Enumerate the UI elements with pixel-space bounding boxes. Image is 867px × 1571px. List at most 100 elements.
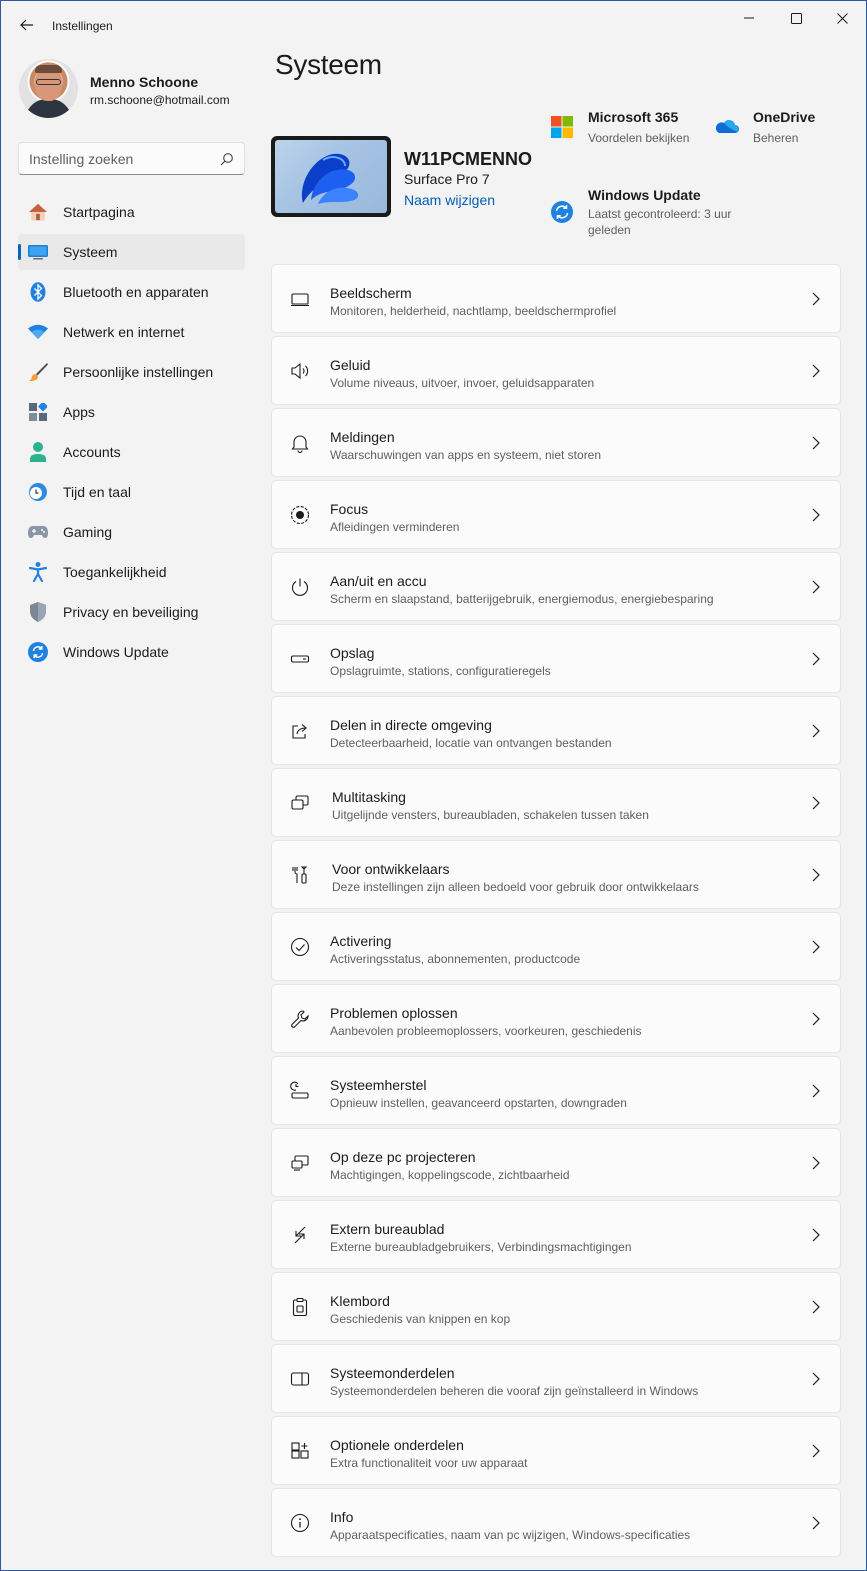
chevron-right-icon — [812, 1012, 820, 1026]
card-systeemonderdelen[interactable]: Systeemonderdelen Systeemonderdelen behe… — [271, 1344, 841, 1413]
card-aan-uit-accu[interactable]: Aan/uit en accu Scherm en slaapstand, ba… — [271, 552, 841, 621]
maximize-icon — [790, 12, 802, 24]
card-activering[interactable]: Activering Activeringsstatus, abonnement… — [271, 912, 841, 981]
chevron-right-icon — [812, 796, 820, 810]
wallpaper-image — [275, 140, 387, 213]
close-button[interactable] — [819, 1, 865, 35]
card-focus[interactable]: Focus Afleidingen verminderen — [271, 480, 841, 549]
chevron-right-icon — [812, 1444, 820, 1458]
card-beeldscherm[interactable]: Beeldscherm Monitoren, helderheid, nacht… — [271, 264, 841, 333]
page-title: Systeem — [275, 49, 382, 80]
chevron-right-icon — [812, 1084, 820, 1098]
windows-update-icon — [551, 201, 573, 223]
project-icon — [291, 1155, 309, 1171]
settings-list: Beeldscherm Monitoren, helderheid, nacht… — [271, 264, 841, 1560]
device-model: Surface Pro 7 — [404, 171, 490, 187]
wifi-icon — [28, 322, 48, 342]
windows-bloom-image — [302, 153, 359, 204]
card-ontwikkelaars[interactable]: Voor ontwikkelaars Deze instellingen zij… — [271, 840, 841, 909]
sidebar-item-startpagina[interactable]: Startpagina — [18, 194, 245, 230]
settings-window: Instellingen Menno Schoone rm.schoone@ho… — [0, 0, 867, 1571]
avatar — [19, 59, 78, 118]
card-problemen-oplossen[interactable]: Problemen oplossen Aanbevolen probleemop… — [271, 984, 841, 1053]
search-input[interactable] — [29, 150, 209, 168]
clipboard-icon — [292, 1297, 308, 1317]
card-projecteren[interactable]: Op deze pc projecteren Machtigingen, kop… — [271, 1128, 841, 1197]
sidebar-item-gaming[interactable]: Gaming — [18, 514, 245, 550]
sidebar-item-systeem[interactable]: Systeem — [18, 234, 245, 270]
check-circle-icon — [290, 937, 310, 957]
power-icon — [291, 578, 309, 596]
display-icon — [291, 293, 309, 307]
chevron-right-icon — [812, 364, 820, 378]
windows-update-icon — [28, 642, 48, 662]
sidebar-item-tijd-taal[interactable]: Tijd en taal — [18, 474, 245, 510]
multitasking-icon — [291, 795, 309, 810]
chevron-right-icon — [812, 1156, 820, 1170]
card-opslag[interactable]: Opslag Opslagruimte, stations, configura… — [271, 624, 841, 693]
chevron-right-icon — [812, 940, 820, 954]
chevron-right-icon — [812, 1516, 820, 1530]
share-icon — [292, 724, 307, 739]
chevron-right-icon — [812, 508, 820, 522]
info-icon — [290, 1513, 310, 1533]
bluetooth-icon — [28, 282, 48, 302]
shield-icon — [28, 602, 48, 622]
card-info[interactable]: Info Apparaatspecificaties, naam van pc … — [271, 1488, 841, 1557]
card-meldingen[interactable]: Meldingen Waarschuwingen van apps en sys… — [271, 408, 841, 477]
chevron-right-icon — [812, 436, 820, 450]
device-thumbnail — [271, 136, 391, 217]
card-geluid[interactable]: Geluid Volume niveaus, uitvoer, invoer, … — [271, 336, 841, 405]
profile-name: Menno Schoone — [90, 74, 199, 90]
card-systeemherstel[interactable]: Systeemherstel Opnieuw instellen, geavan… — [271, 1056, 841, 1125]
sidebar-item-apps[interactable]: Apps — [18, 394, 245, 430]
sidebar-nav: Startpagina Systeem Bluetooth en apparat… — [18, 194, 245, 674]
chevron-right-icon — [812, 292, 820, 306]
window-title: Instellingen — [52, 19, 113, 33]
search-icon[interactable] — [220, 152, 234, 166]
back-arrow-icon — [20, 19, 33, 31]
sidebar-item-toegankelijkheid[interactable]: Toegankelijkheid — [18, 554, 245, 590]
card-extern-bureaublad[interactable]: Extern bureaublad Externe bureaubladgebr… — [271, 1200, 841, 1269]
recovery-icon — [290, 1081, 309, 1099]
chevron-right-icon — [812, 652, 820, 666]
optional-features-icon — [291, 1442, 309, 1459]
minimize-button[interactable] — [726, 1, 772, 35]
close-icon — [836, 12, 848, 24]
apps-icon — [28, 402, 48, 422]
search-box[interactable] — [18, 142, 245, 175]
title-bar: Instellingen — [1, 1, 866, 49]
time-language-icon — [28, 482, 48, 502]
chevron-right-icon — [812, 1372, 820, 1386]
card-optionele-onderdelen[interactable]: Optionele onderdelen Extra functionalite… — [271, 1416, 841, 1485]
card-delen[interactable]: Delen in directe omgeving Detecteerbaarh… — [271, 696, 841, 765]
sidebar-item-privacy[interactable]: Privacy en beveiliging — [18, 594, 245, 630]
speaker-icon — [291, 362, 309, 380]
wrench-icon — [291, 1010, 309, 1028]
device-name: W11PCMENNO — [404, 149, 533, 169]
chevron-right-icon — [812, 1300, 820, 1314]
profile-email: rm.schoone@hotmail.com — [90, 93, 230, 107]
developer-tools-icon — [292, 866, 308, 884]
sidebar-item-netwerk[interactable]: Netwerk en internet — [18, 314, 245, 350]
card-klembord[interactable]: Klembord Geschiedenis van knippen en kop — [271, 1272, 841, 1341]
sidebar-item-accounts[interactable]: Accounts — [18, 434, 245, 470]
microsoft-logo-icon — [551, 116, 573, 138]
chevron-right-icon — [812, 868, 820, 882]
sidebar-item-persoonlijk[interactable]: Persoonlijke instellingen — [18, 354, 245, 390]
system-components-icon — [290, 1372, 310, 1386]
home-icon — [28, 202, 48, 222]
onedrive-icon — [715, 120, 739, 133]
brush-icon — [28, 362, 48, 382]
sidebar-item-bluetooth[interactable]: Bluetooth en apparaten — [18, 274, 245, 310]
gamepad-icon — [28, 522, 48, 542]
chevron-right-icon — [812, 1228, 820, 1242]
storage-icon — [290, 655, 310, 663]
minimize-icon — [744, 17, 754, 19]
sidebar-item-windows-update[interactable]: Windows Update — [18, 634, 245, 670]
chevron-right-icon — [812, 724, 820, 738]
rename-link[interactable]: Naam wijzigen — [404, 192, 495, 208]
back-button[interactable] — [13, 11, 41, 39]
card-multitasking[interactable]: Multitasking Uitgelijnde vensters, burea… — [271, 768, 841, 837]
maximize-button[interactable] — [773, 1, 819, 35]
